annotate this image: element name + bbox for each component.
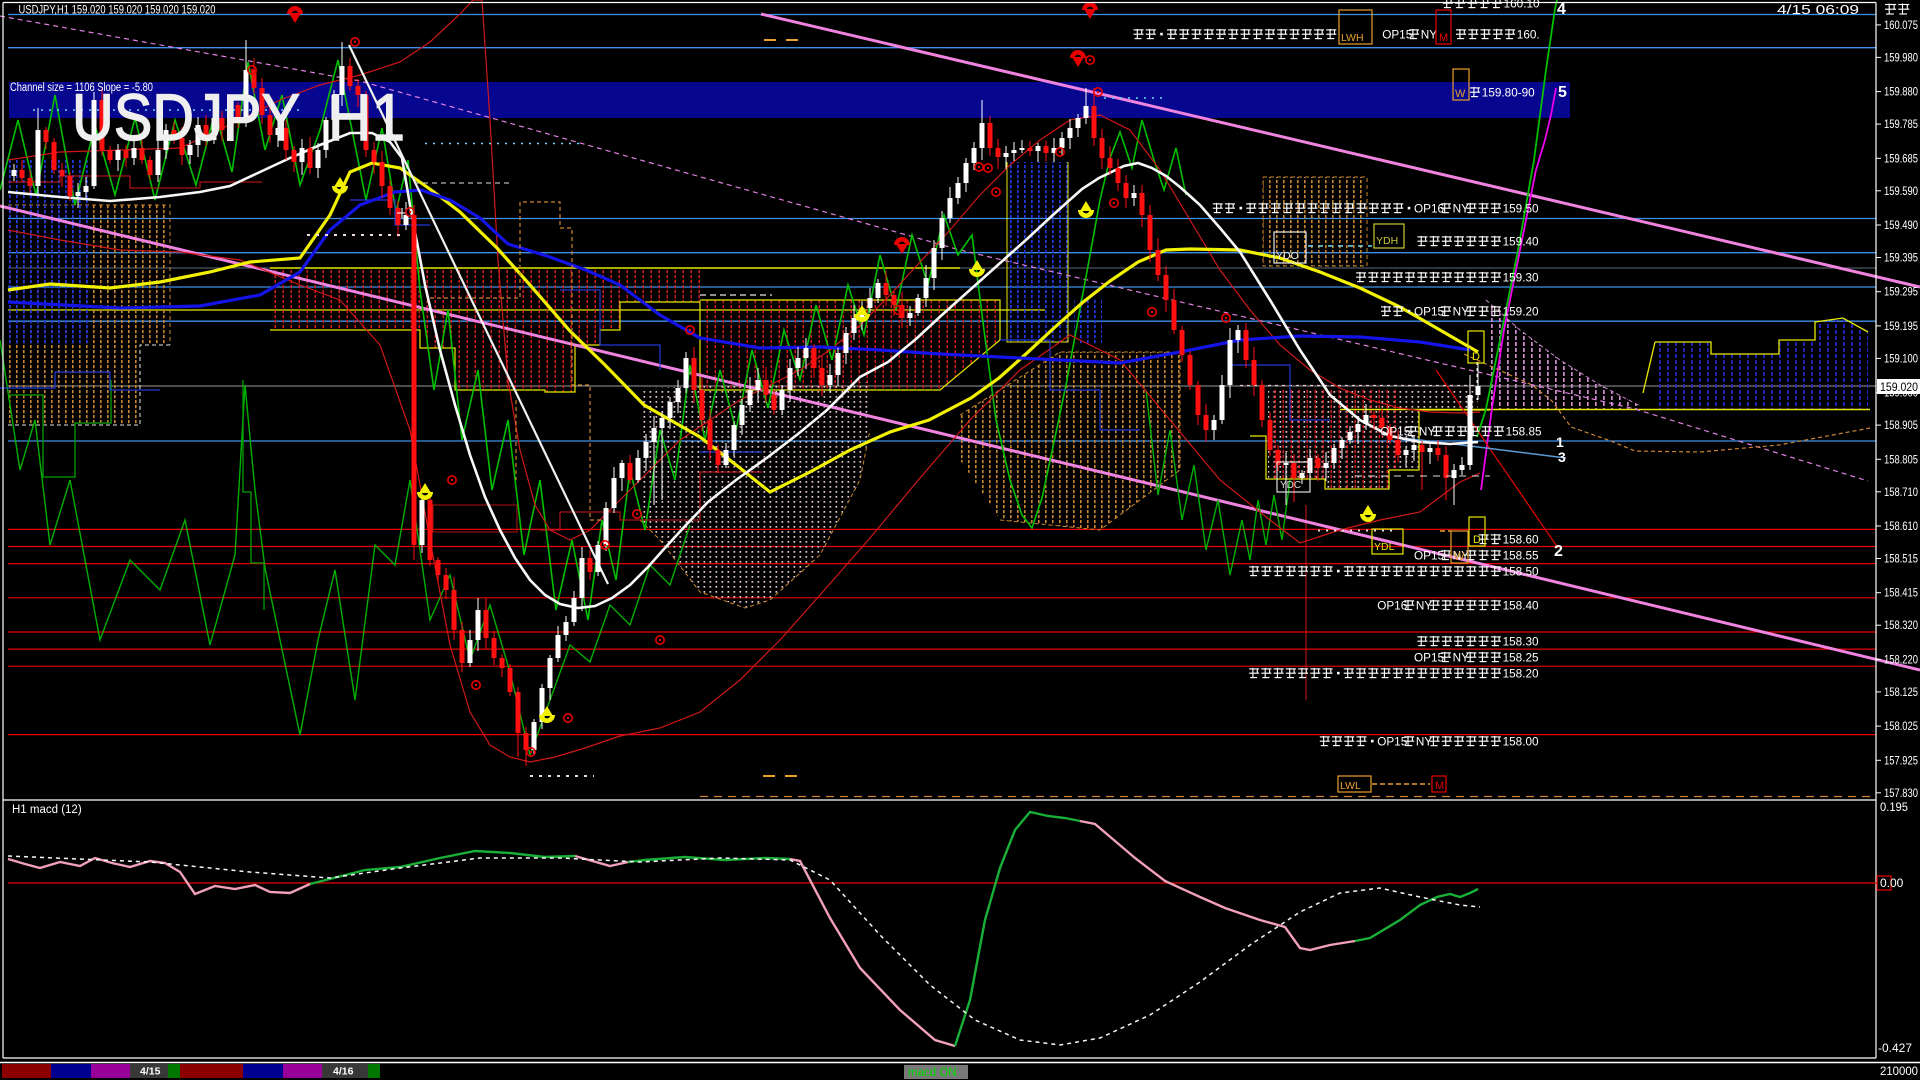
svg-text:1: 1 (1556, 434, 1564, 450)
svg-text:W: W (1455, 88, 1466, 100)
svg-text:W: W (1454, 551, 1465, 563)
svg-text:YDO: YDO (1276, 250, 1299, 262)
svg-text:158.415: 158.415 (1884, 586, 1918, 600)
svg-text:OP15: OP15 (1414, 651, 1445, 664)
svg-text:158.125: 158.125 (1884, 685, 1918, 699)
svg-text:OP15: OP15 (1414, 305, 1445, 318)
svg-text:3: 3 (1558, 449, 1566, 465)
svg-text:158.30: 158.30 (1503, 635, 1539, 648)
svg-text:OP15: OP15 (1380, 425, 1411, 438)
svg-text:158.25: 158.25 (1503, 651, 1539, 664)
svg-text:210000: 210000 (1880, 1064, 1918, 1078)
svg-text:158.00: 158.00 (1503, 735, 1539, 748)
svg-text:159.20: 159.20 (1503, 305, 1539, 318)
svg-text:OP15: OP15 (1377, 735, 1408, 748)
svg-text:158.40: 158.40 (1503, 599, 1539, 612)
svg-text:0.00: 0.00 (1880, 876, 1904, 890)
svg-text:2: 2 (1554, 543, 1563, 560)
svg-text:M: M (1439, 32, 1448, 44)
svg-text:YDC: YDC (1280, 480, 1301, 491)
svg-text:4/15: 4/15 (140, 1066, 161, 1078)
svg-text:160.: 160. (1517, 28, 1540, 41)
svg-text:OP15: OP15 (1414, 549, 1445, 562)
svg-text:YDL: YDL (1374, 541, 1395, 553)
svg-text:159.395: 159.395 (1884, 251, 1918, 265)
svg-text:158.50: 158.50 (1503, 565, 1539, 578)
svg-text:NY: NY (1421, 28, 1437, 41)
svg-text:4: 4 (1557, 1, 1566, 18)
svg-text:157.925: 157.925 (1884, 753, 1918, 767)
svg-text:USDJPY,H1 159.020 159.020 159: USDJPY,H1 159.020 159.020 159.020 159.02… (19, 3, 216, 17)
svg-text:159.685: 159.685 (1884, 151, 1918, 165)
svg-text:159.80-90: 159.80-90 (1482, 86, 1535, 99)
svg-text:M: M (1435, 780, 1444, 792)
svg-text:-0.427: -0.427 (1878, 1041, 1912, 1055)
svg-text:158.55: 158.55 (1503, 549, 1539, 562)
svg-text:macd ON: macd ON (908, 1067, 957, 1079)
svg-text:OP16: OP16 (1414, 202, 1445, 215)
svg-text:158.320: 158.320 (1884, 618, 1918, 632)
svg-text:159.980: 159.980 (1884, 50, 1918, 64)
svg-text:158.515: 158.515 (1884, 552, 1918, 566)
svg-text:D: D (1473, 534, 1481, 546)
svg-text:OP15: OP15 (1382, 28, 1413, 41)
svg-text:158.60: 158.60 (1503, 533, 1539, 546)
svg-text:158.610: 158.610 (1884, 519, 1918, 533)
svg-text:159.40: 159.40 (1503, 235, 1539, 248)
svg-text:LWL: LWL (1340, 780, 1361, 792)
svg-text:159.30: 159.30 (1503, 271, 1539, 284)
svg-text:H1 macd (12): H1 macd (12) (12, 804, 82, 816)
svg-text:5: 5 (1558, 84, 1567, 101)
svg-text:158.220: 158.220 (1884, 652, 1918, 666)
svg-text:159.490: 159.490 (1884, 218, 1918, 232)
svg-text:158.710: 158.710 (1884, 485, 1918, 499)
svg-text:159.880: 159.880 (1884, 85, 1918, 99)
svg-text:160.075: 160.075 (1884, 18, 1918, 32)
svg-text:LWH: LWH (1341, 32, 1364, 44)
svg-text:157.830: 157.830 (1884, 786, 1918, 800)
svg-text:159.295: 159.295 (1884, 285, 1918, 299)
svg-text:158.805: 158.805 (1884, 452, 1918, 466)
svg-text:Channel size = 1106 Slope = -5: Channel size = 1106 Slope = -5.80 (10, 82, 153, 94)
svg-text:160.10: 160.10 (1504, 0, 1540, 10)
svg-text:OP16: OP16 (1377, 599, 1408, 612)
svg-text:4/15 06:09: 4/15 06:09 (1777, 2, 1859, 17)
svg-text:158.905: 158.905 (1884, 418, 1918, 432)
svg-text:159.020: 159.020 (1880, 380, 1918, 394)
svg-text:0.195: 0.195 (1880, 800, 1908, 814)
svg-text:158.85: 158.85 (1506, 425, 1542, 438)
svg-text:159.785: 159.785 (1884, 117, 1918, 131)
svg-text:159.50: 159.50 (1503, 202, 1539, 215)
svg-text:159.195: 159.195 (1884, 319, 1918, 333)
svg-text:158.025: 158.025 (1884, 719, 1918, 733)
svg-text:159.100: 159.100 (1884, 351, 1918, 365)
svg-text:D: D (1472, 351, 1480, 363)
svg-text:4/16: 4/16 (333, 1066, 354, 1078)
svg-text:159.590: 159.590 (1884, 184, 1918, 198)
svg-text:H1: H1 (328, 80, 405, 154)
svg-text:YDH: YDH (1376, 235, 1398, 247)
svg-text:158.20: 158.20 (1503, 667, 1539, 680)
